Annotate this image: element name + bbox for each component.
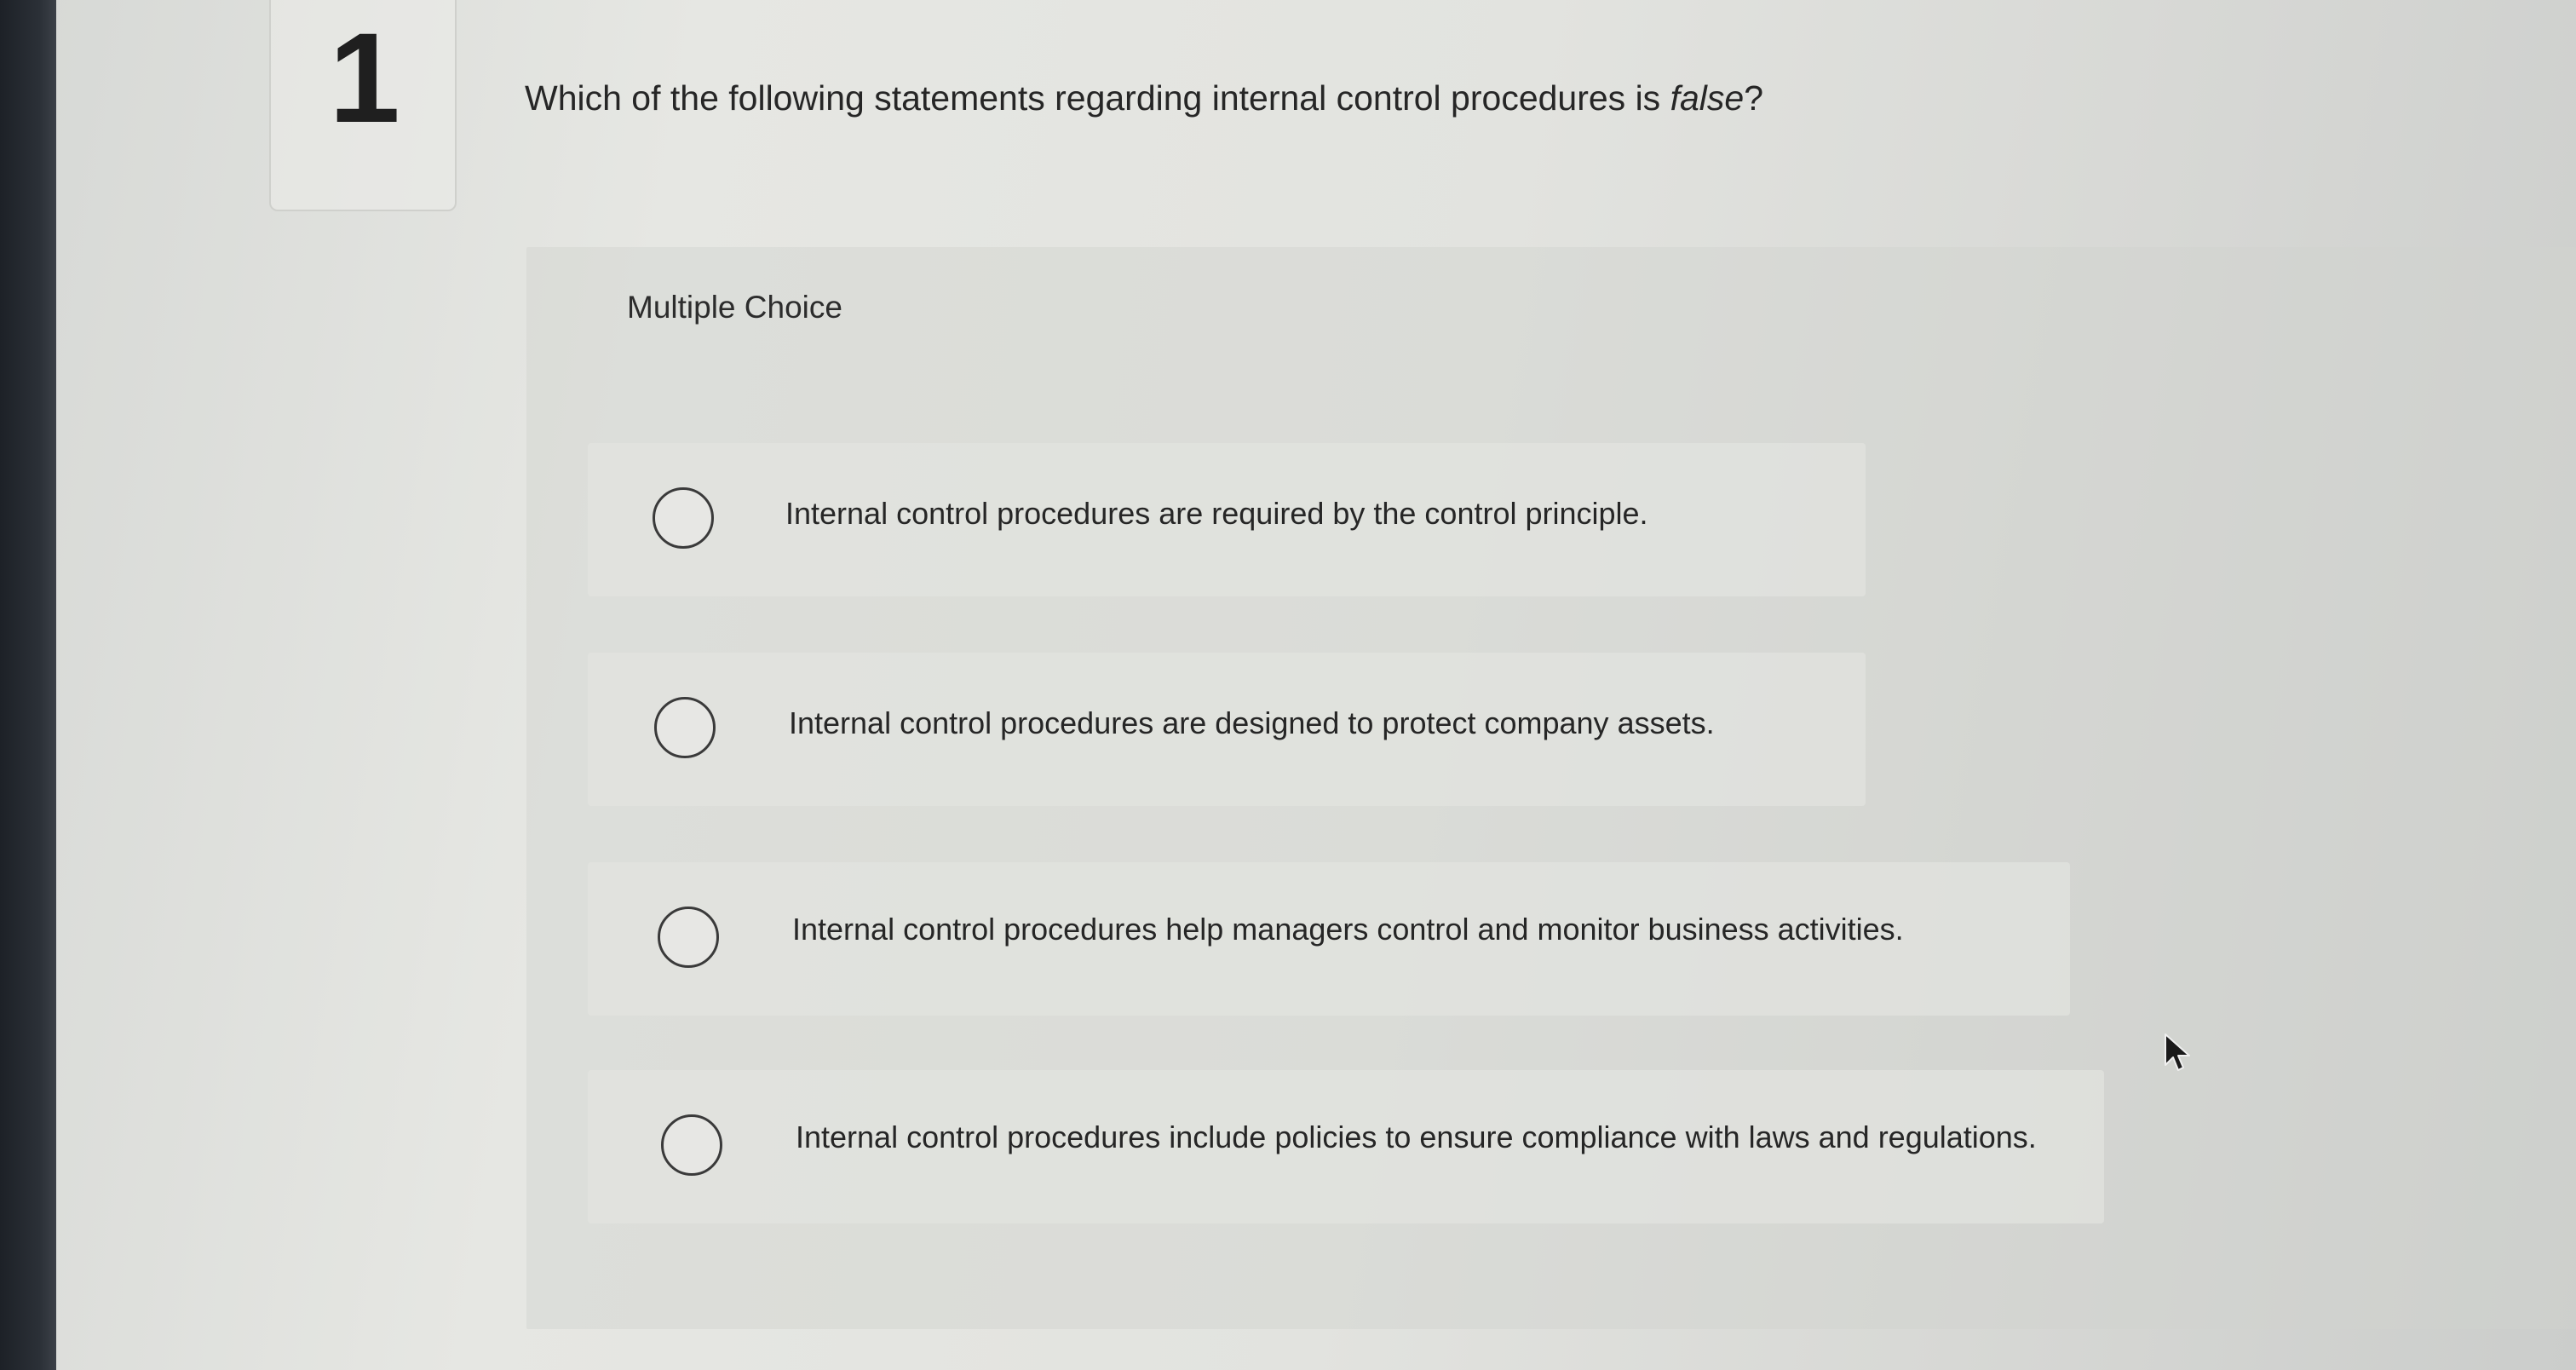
question-prompt-emphasis: false <box>1670 78 1745 118</box>
question-prompt-end: ? <box>1744 78 1763 118</box>
question-prompt: Which of the following statements regard… <box>525 78 1763 118</box>
answer-option-label[interactable]: Internal control procedures are required… <box>785 496 1648 532</box>
question-number: 1 <box>329 6 400 149</box>
question-prompt-text: Which of the following statements regard… <box>525 78 1670 118</box>
answer-option-label[interactable]: Internal control procedures are designed… <box>789 705 1715 741</box>
answer-option-3[interactable]: Internal control procedures help manager… <box>588 862 2070 1016</box>
radio-button-icon[interactable] <box>658 907 719 968</box>
multiple-choice-label: Multiple Choice <box>627 290 842 325</box>
radio-button-icon[interactable] <box>661 1114 722 1176</box>
radio-button-icon[interactable] <box>653 487 714 549</box>
answer-option-2[interactable]: Internal control procedures are designed… <box>588 653 1866 806</box>
answer-option-4[interactable]: Internal control procedures include poli… <box>588 1070 2104 1223</box>
question-number-box: 1 <box>269 0 457 211</box>
answer-option-label[interactable]: Internal control procedures help manager… <box>792 912 1904 947</box>
screen-bezel <box>0 0 56 1370</box>
radio-button-icon[interactable] <box>654 697 716 758</box>
mouse-pointer-icon <box>2165 1033 2190 1071</box>
answer-option-1[interactable]: Internal control procedures are required… <box>588 443 1866 596</box>
answer-option-label[interactable]: Internal control procedures include poli… <box>796 1120 2037 1155</box>
